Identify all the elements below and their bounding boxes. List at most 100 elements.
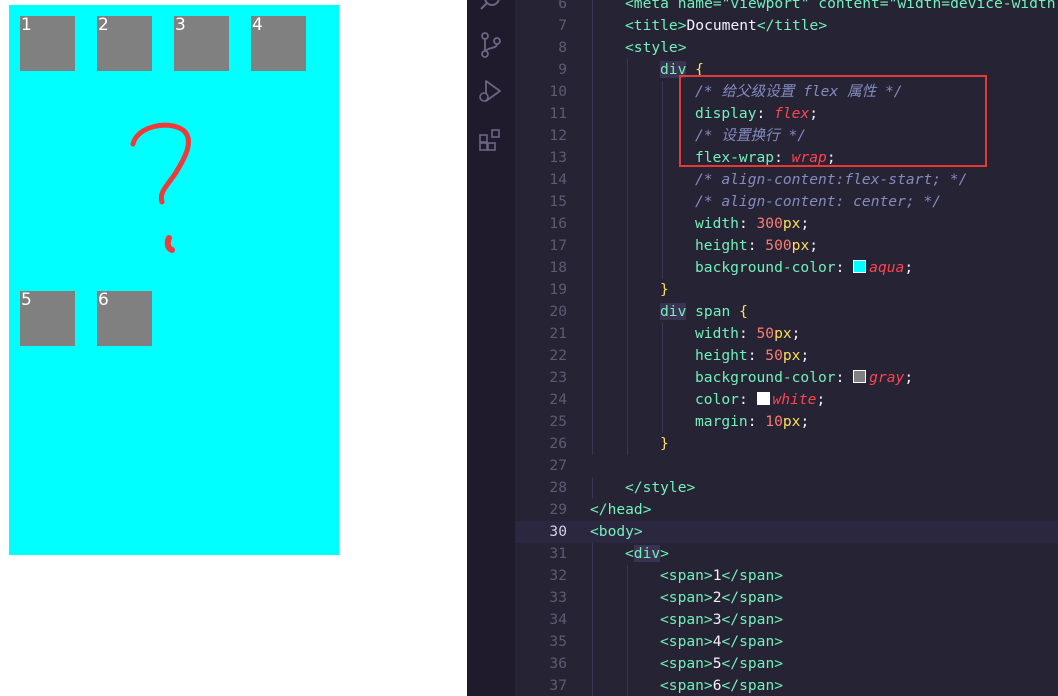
- code-line[interactable]: 36 <span>5</span>: [515, 653, 1058, 675]
- line-number: 14: [549, 171, 567, 188]
- indent-guide: [627, 345, 628, 367]
- indent-guide: [592, 565, 593, 587]
- code-line[interactable]: 30 <body>: [515, 521, 1058, 543]
- indent-guide: [627, 367, 628, 389]
- code-line[interactable]: 15 /* align-content: center; */: [515, 191, 1058, 213]
- code-line[interactable]: 32 <span>1</span>: [515, 565, 1058, 587]
- code-text: height: 500px;: [695, 235, 818, 257]
- code-line[interactable]: 28 </style>: [515, 477, 1058, 499]
- indent-guide: [662, 389, 663, 411]
- indent-guide: [627, 103, 628, 125]
- code-token: <span>: [660, 633, 713, 650]
- code-line[interactable]: 18 background-color: aqua;: [515, 257, 1058, 279]
- indent-guide: [627, 59, 628, 81]
- code-token: ;: [800, 413, 810, 430]
- code-text: <span>6</span>: [660, 675, 783, 696]
- code-line[interactable]: 20 div span {: [515, 301, 1058, 323]
- indent-guide: [627, 301, 628, 323]
- indent-guide: [592, 301, 593, 323]
- code-line[interactable]: 21 width: 50px;: [515, 323, 1058, 345]
- code-token: 300: [756, 215, 783, 232]
- indent-guide: [627, 169, 628, 191]
- code-line[interactable]: 8 <style>: [515, 37, 1058, 59]
- indent-guide: [592, 37, 593, 59]
- code-token: :: [835, 259, 854, 276]
- indent-guide: [592, 213, 593, 235]
- code-text: height: 50px;: [695, 345, 809, 367]
- color-swatch[interactable]: [756, 392, 770, 405]
- line-number: 24: [549, 391, 567, 408]
- indent-guide: [592, 587, 593, 609]
- line-number: 6: [558, 0, 567, 12]
- code-token: width: [695, 325, 739, 342]
- code-token: gray: [869, 369, 905, 386]
- code-token: height: [695, 347, 748, 364]
- line-number: 13: [549, 149, 567, 166]
- line-number: 30: [549, 523, 567, 540]
- indent-guide: [627, 411, 628, 433]
- flex-item: 5: [20, 290, 75, 346]
- indent-guide: [592, 125, 593, 147]
- code-token: ;: [816, 391, 826, 408]
- code-token: 500: [765, 237, 792, 254]
- line-number: 9: [558, 61, 567, 78]
- code-line[interactable]: 23 background-color: gray;: [515, 367, 1058, 389]
- search-icon[interactable]: [478, 0, 504, 14]
- code-text: </style>: [625, 477, 695, 499]
- code-text: width: 300px;: [695, 213, 809, 235]
- code-text: background-color: gray;: [695, 367, 913, 389]
- code-line[interactable]: 26}: [515, 433, 1058, 455]
- code-line[interactable]: 19}: [515, 279, 1058, 301]
- code-token: <span>: [660, 655, 713, 672]
- indent-guide: [627, 213, 628, 235]
- line-number: 25: [549, 413, 567, 430]
- code-line[interactable]: 14 /* align-content:flex-start; */: [515, 169, 1058, 191]
- code-text: <span>2</span>: [660, 587, 783, 609]
- code-line[interactable]: 31 <div>: [515, 543, 1058, 565]
- code-line[interactable]: 25 margin: 10px;: [515, 411, 1058, 433]
- code-token: 50: [756, 325, 775, 342]
- extensions-icon[interactable]: [478, 127, 504, 153]
- indent-guide: [592, 323, 593, 345]
- code-line[interactable]: 37 <span>6</span>: [515, 675, 1058, 696]
- color-swatch[interactable]: [853, 370, 867, 383]
- code-line[interactable]: 16 width: 300px;: [515, 213, 1058, 235]
- source-control-icon[interactable]: [478, 31, 504, 59]
- indent-guide: [592, 257, 593, 279]
- code-line[interactable]: 22 height: 50px;: [515, 345, 1058, 367]
- code-line[interactable]: 24 color: white;: [515, 389, 1058, 411]
- indent-guide: [627, 279, 628, 301]
- flex-item: 6: [97, 290, 152, 346]
- indent-guide: [592, 367, 593, 389]
- code-token: :: [835, 369, 854, 386]
- code-line[interactable]: 7 <title>Document</title>: [515, 15, 1058, 37]
- indent-guide: [592, 477, 593, 499]
- code-line[interactable]: 27: [515, 455, 1058, 477]
- flex-item: 3: [174, 15, 229, 71]
- code-line[interactable]: 34 <span>3</span>: [515, 609, 1058, 631]
- line-number: 15: [549, 193, 567, 210]
- line-number: 16: [549, 215, 567, 232]
- color-swatch[interactable]: [853, 260, 867, 273]
- indent-guide: [592, 543, 593, 565]
- indent-guide: [627, 323, 628, 345]
- code-line[interactable]: 35 <span>4</span>: [515, 631, 1058, 653]
- indent-guide: [627, 235, 628, 257]
- code-text: <meta name="viewport" content="width=dev…: [625, 0, 1056, 15]
- indent-guide: [592, 0, 593, 15]
- code-token: }: [660, 435, 669, 452]
- run-debug-icon[interactable]: [478, 78, 504, 106]
- code-line[interactable]: 17 height: 500px;: [515, 235, 1058, 257]
- indent-guide: [627, 653, 628, 675]
- code-line[interactable]: 6 <meta name="viewport" content="width=de…: [515, 0, 1058, 15]
- indent-guide: [662, 169, 663, 191]
- indent-guide: [592, 103, 593, 125]
- code-line[interactable]: 33 <span>2</span>: [515, 587, 1058, 609]
- code-token: div: [660, 303, 687, 320]
- code-token: background-color: [695, 259, 836, 276]
- code-line[interactable]: 29 </head>: [515, 499, 1058, 521]
- line-number: 22: [549, 347, 567, 364]
- code-token: <span>: [660, 567, 713, 584]
- code-token: <: [625, 545, 634, 562]
- code-text: color: white;: [695, 389, 825, 411]
